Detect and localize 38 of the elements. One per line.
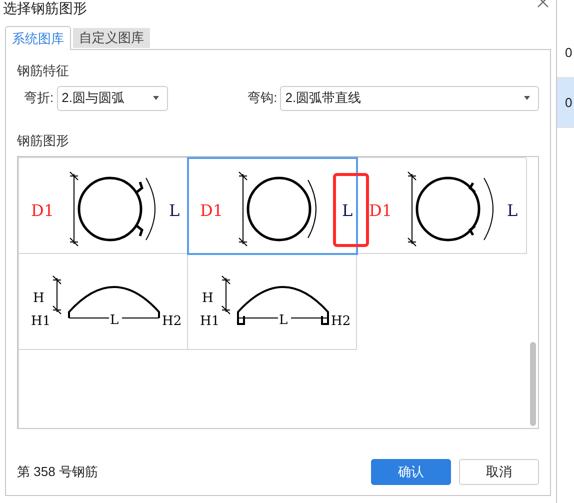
dimension-label: H xyxy=(33,291,44,306)
length-label: L xyxy=(110,313,119,328)
dimension-label: H2 xyxy=(331,314,351,329)
dimension-label: H1 xyxy=(31,314,51,329)
field-label: 弯折: xyxy=(24,89,54,108)
dimension-label: D1 xyxy=(31,201,54,220)
caret-icon xyxy=(152,96,159,100)
status-text: 第 358 号钢筋 xyxy=(17,463,99,482)
dropdown-field[interactable]: 2.圆与圆弧 xyxy=(56,86,168,110)
dimension-label: H xyxy=(202,291,214,306)
length-label: L xyxy=(279,313,288,328)
shape-tile[interactable]: D1 L xyxy=(19,158,188,254)
shape-tile[interactable]: D1 L xyxy=(357,158,527,254)
shape-tile[interactable]: H H1 L H2 xyxy=(188,254,357,350)
dimension-line xyxy=(52,276,62,314)
group-title: 钢筋特征 xyxy=(17,62,70,80)
dimension-label: H2 xyxy=(162,314,182,329)
list-row[interactable]: 0 xyxy=(557,78,574,128)
shape-tile[interactable]: D1 L xyxy=(188,158,357,254)
cancel-button[interactable]: 取消 xyxy=(459,459,539,485)
field-label: 弯钩: xyxy=(248,89,278,108)
dimension-line xyxy=(222,276,230,314)
window-title: 选择钢筋图形 xyxy=(3,0,87,16)
caret-icon xyxy=(524,96,530,100)
length-label: L xyxy=(342,201,353,220)
length-label: L xyxy=(169,201,180,220)
scrollbar-thumb[interactable] xyxy=(530,342,536,426)
tab[interactable]: 自定义图库 xyxy=(73,28,150,48)
dimension-label: D1 xyxy=(369,201,392,220)
dropdown-field[interactable]: 2.圆弧带直线 xyxy=(280,86,539,110)
tab[interactable]: 系统图库 xyxy=(5,26,71,50)
group-title: 钢筋图形 xyxy=(17,132,70,150)
length-label: L xyxy=(507,201,518,220)
dimension-label: H1 xyxy=(200,314,220,329)
confirm-button[interactable]: 确认 xyxy=(371,459,451,485)
dimension-label: D1 xyxy=(200,201,224,220)
shape-tile[interactable]: H H1 L H2 xyxy=(19,254,188,350)
ring-drawing xyxy=(246,176,316,242)
